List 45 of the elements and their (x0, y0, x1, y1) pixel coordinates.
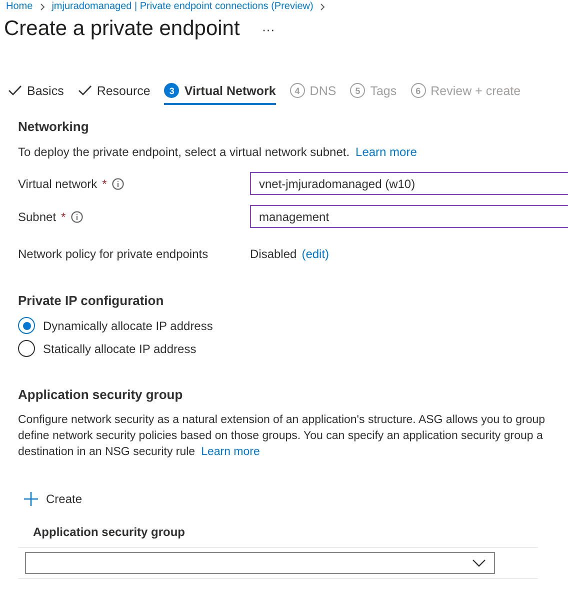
chevron-down-icon (472, 559, 486, 567)
breadcrumb-link[interactable]: Home (6, 1, 33, 12)
field-label: Virtual network (18, 176, 98, 190)
wizard-tab[interactable]: Resource (78, 83, 150, 105)
step-number: 3 (164, 83, 180, 98)
radio-label: Statically allocate IP address (43, 342, 196, 356)
select-field[interactable]: vnet-jmjuradomanaged (w10) (250, 172, 568, 195)
wizard-tab[interactable]: 6 Review + create (410, 83, 521, 105)
description-text: Configure network security as a natural extension of an application's structure. ASG allows you to group define network security policies based on those groups. You can specify an application security group a destination in an NSG security rule Learn more (18, 413, 546, 460)
chevron-icon (319, 2, 326, 10)
wizard-tab[interactable]: 3 Virtual Network (164, 83, 276, 105)
dropdown-field[interactable] (25, 552, 495, 574)
field-label: Network policy for private endpoints (18, 246, 208, 260)
checkmark-icon (78, 85, 92, 96)
breadcrumb-link[interactable]: jmjuradomanaged | Private endpoint connections (Preview) (52, 1, 314, 12)
more-menu[interactable]: ··· (262, 22, 275, 36)
wizard-tab[interactable]: Basics (8, 83, 64, 105)
create-button[interactable]: Create (24, 492, 568, 506)
required-mark: * (61, 210, 66, 224)
section-heading: Application security group (18, 387, 184, 402)
description-text: To deploy the private endpoint, select a virtual network subnet. Learn more (18, 144, 418, 160)
checkmark-icon (8, 85, 22, 96)
step-number: 5 (350, 83, 366, 98)
page-title: Create a private endpoint (4, 17, 240, 41)
learn-more-link[interactable]: Learn more (201, 446, 260, 458)
step-number: 4 (290, 83, 305, 98)
section-heading: Private IP configuration (18, 293, 165, 308)
radio-label: Dynamically allocate IP address (43, 318, 213, 332)
column-header: Application security group (18, 506, 538, 548)
required-mark: * (102, 176, 107, 190)
wizard-tab[interactable]: 5 Tags (350, 83, 397, 105)
info-icon[interactable] (70, 210, 83, 222)
learn-more-link[interactable]: Learn more (356, 145, 417, 159)
wizard-tab[interactable]: 4 DNS (290, 83, 336, 105)
section-heading: Networking (18, 119, 90, 134)
field-label: Subnet (18, 210, 56, 224)
info-icon[interactable] (112, 178, 124, 190)
edit-link[interactable]: (edit) (302, 246, 330, 260)
radio-button[interactable] (18, 340, 35, 357)
field-value: Disabled (250, 246, 297, 260)
radio-button[interactable] (18, 317, 35, 334)
step-number: 6 (410, 83, 426, 98)
chevron-icon (38, 2, 46, 10)
plus-icon (24, 492, 38, 506)
select-field[interactable]: management (250, 205, 568, 228)
